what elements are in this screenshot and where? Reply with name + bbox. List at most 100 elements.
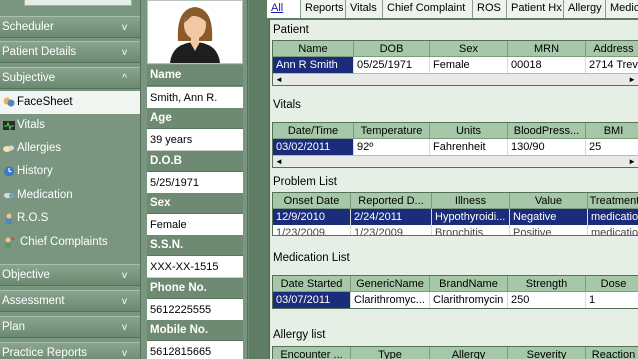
grid-cell[interactable]: 1 xyxy=(586,292,638,308)
grid-header-cell[interactable]: Date Started xyxy=(273,276,351,292)
grid-cell[interactable]: 03/07/2011 xyxy=(273,292,351,308)
horizontal-scrollbar[interactable]: ◄ ► xyxy=(273,73,638,85)
patient-field-value-phone: 5612225555 xyxy=(147,299,243,321)
tab-ros[interactable]: ROS xyxy=(473,0,507,18)
grid-header-cell[interactable]: Reaction xyxy=(586,347,638,359)
nav-section-plan[interactable]: Plan v xyxy=(0,316,140,338)
grid-header-cell[interactable]: Reported D... xyxy=(351,193,432,209)
tab-patient-hx[interactable]: Patient Hx xyxy=(507,0,564,18)
patient-info-panel: Name Smith, Ann R. Age 39 years D.O.B 5/… xyxy=(140,0,248,359)
grid-cell[interactable]: 25 xyxy=(586,139,638,155)
grid-cell[interactable]: Clarithromyc... xyxy=(351,292,430,308)
nav-section-objective[interactable]: Objective v xyxy=(0,264,140,286)
grid-header-cell[interactable]: DOB xyxy=(354,41,430,57)
grid-cell[interactable]: Hypothyroidi... xyxy=(432,209,510,225)
grid-cell[interactable]: 00018 xyxy=(508,57,586,73)
section-title-allergy-list: Allergy list xyxy=(273,329,326,341)
grid-header-cell[interactable]: Address xyxy=(586,41,638,57)
grid-cell[interactable]: Female xyxy=(430,57,508,73)
grid-header-cell[interactable]: Name xyxy=(273,41,354,57)
grid-header-cell[interactable]: GenericName xyxy=(351,276,430,292)
grid-cell[interactable]: Fahrenheit xyxy=(430,139,508,155)
nav-item-chief-complaints[interactable]: Chief Complaints xyxy=(0,231,140,254)
nav-item-label: Medication xyxy=(17,189,73,201)
grid-header-cell[interactable]: Onset Date xyxy=(273,193,351,209)
patient-field-label-sex: Sex xyxy=(147,193,243,214)
grid-cell[interactable]: 1/23/2009 xyxy=(351,225,432,235)
grid-header-cell[interactable]: Sex xyxy=(430,41,508,57)
grid-header-cell[interactable]: Treatment xyxy=(588,193,638,209)
scroll-right-icon[interactable]: ► xyxy=(628,157,636,166)
chevron-down-icon: v xyxy=(122,348,127,359)
patient-photo xyxy=(147,0,243,64)
tab-medication[interactable]: Medication xyxy=(606,0,638,18)
section-title-vitals: Vitals xyxy=(273,99,301,111)
nav-item-label: Vitals xyxy=(17,119,45,131)
grid-header-cell[interactable]: Illness xyxy=(432,193,510,209)
chevron-down-icon: v xyxy=(122,322,127,333)
nav-item-history[interactable]: History xyxy=(0,160,140,183)
grid-header-cell[interactable]: Encounter ... xyxy=(273,347,351,359)
nav-section-assessment[interactable]: Assessment v xyxy=(0,290,140,312)
grid-header-cell[interactable]: Severity xyxy=(508,347,586,359)
grid-cell[interactable]: 92º xyxy=(354,139,430,155)
grid-cell[interactable]: Positive xyxy=(510,225,588,235)
section-title-problem-list: Problem List xyxy=(273,176,337,188)
grid-header-cell[interactable]: Temperature xyxy=(354,123,430,139)
grid-cell[interactable]: 05/25/1971 xyxy=(354,57,430,73)
scroll-left-icon[interactable]: ◄ xyxy=(275,75,283,84)
grid-cell[interactable]: Bronchitis xyxy=(432,225,510,235)
grid-cell[interactable]: 130/90 xyxy=(508,139,586,155)
grid-cell[interactable]: Negative xyxy=(510,209,588,225)
nav-section-label: Objective xyxy=(2,269,50,281)
grid-cell[interactable]: 1/23/2009 xyxy=(273,225,351,235)
scroll-left-icon[interactable]: ◄ xyxy=(275,157,283,166)
grid-cell[interactable]: 250 xyxy=(508,292,586,308)
nav-item-medication[interactable]: Medication xyxy=(0,184,140,207)
allergies-icon xyxy=(3,145,14,152)
grid-header-cell[interactable]: Allergy xyxy=(430,347,508,359)
nav-item-ros[interactable]: R.O.S xyxy=(0,207,140,230)
grid-header-cell[interactable]: Dose xyxy=(586,276,638,292)
grid-cell[interactable]: medication xyxy=(588,225,638,235)
grid-header-cell[interactable]: Strength xyxy=(508,276,586,292)
ros-icon xyxy=(6,213,12,224)
horizontal-scrollbar[interactable]: ◄ ► xyxy=(273,155,638,167)
nav-item-allergies[interactable]: Allergies xyxy=(0,137,140,160)
grid-header-cell[interactable]: BloodPress... xyxy=(508,123,586,139)
grid-cell[interactable]: 12/9/2010 xyxy=(273,209,351,225)
grid-cell[interactable]: medication xyxy=(588,209,638,225)
patient-field-label-dob: D.O.B xyxy=(147,151,243,172)
tab-vitals[interactable]: Vitals xyxy=(346,0,383,18)
grid-header-cell[interactable]: BrandName xyxy=(430,276,508,292)
grid-header-cell[interactable]: Value xyxy=(510,193,588,209)
grid-header-cell[interactable]: Type xyxy=(351,347,430,359)
grid-header-cell[interactable]: Date/Time xyxy=(273,123,354,139)
tab-reports[interactable]: Reports xyxy=(301,0,346,18)
grid-cell[interactable]: 03/02/2011 xyxy=(273,139,354,155)
grid-header-cell[interactable]: Units xyxy=(430,123,508,139)
grid-header-cell[interactable]: MRN xyxy=(508,41,586,57)
nav-item-vitals[interactable]: Vitals xyxy=(0,114,140,137)
nav-section-label: Scheduler xyxy=(2,21,54,33)
tab-allergy[interactable]: Allergy xyxy=(564,0,606,18)
nav-section-practice-reports[interactable]: Practice Reports v xyxy=(0,342,140,359)
grid-cell[interactable]: 2/24/2011 xyxy=(351,209,432,225)
tab-all[interactable]: All xyxy=(267,0,301,18)
nav-section-subjective[interactable]: Subjective ^ xyxy=(0,67,140,89)
facesheet-icon xyxy=(3,97,15,107)
tab-chief-complaint[interactable]: Chief Complaint xyxy=(383,0,473,18)
grid-header-cell[interactable]: BMI xyxy=(586,123,638,139)
patient-field-label-age: Age xyxy=(147,108,243,129)
nav-section-label: Plan xyxy=(2,321,26,333)
section-title-medication-list: Medication List xyxy=(273,252,350,264)
chevron-down-icon: v xyxy=(122,296,127,307)
grid-cell[interactable]: 2714 Trevino xyxy=(586,57,638,73)
grid-cell[interactable]: Clarithromycin xyxy=(430,292,508,308)
nav-item-facesheet[interactable]: FaceSheet xyxy=(0,91,140,114)
scroll-right-icon[interactable]: ► xyxy=(628,75,636,84)
nav-section-patient-details[interactable]: Patient Details v xyxy=(0,41,140,63)
patient-grid: Name DOB Sex MRN Address Ann R Smith 05/… xyxy=(272,40,638,86)
nav-section-scheduler[interactable]: Scheduler v xyxy=(0,16,140,38)
grid-cell[interactable]: Ann R Smith xyxy=(273,57,354,73)
